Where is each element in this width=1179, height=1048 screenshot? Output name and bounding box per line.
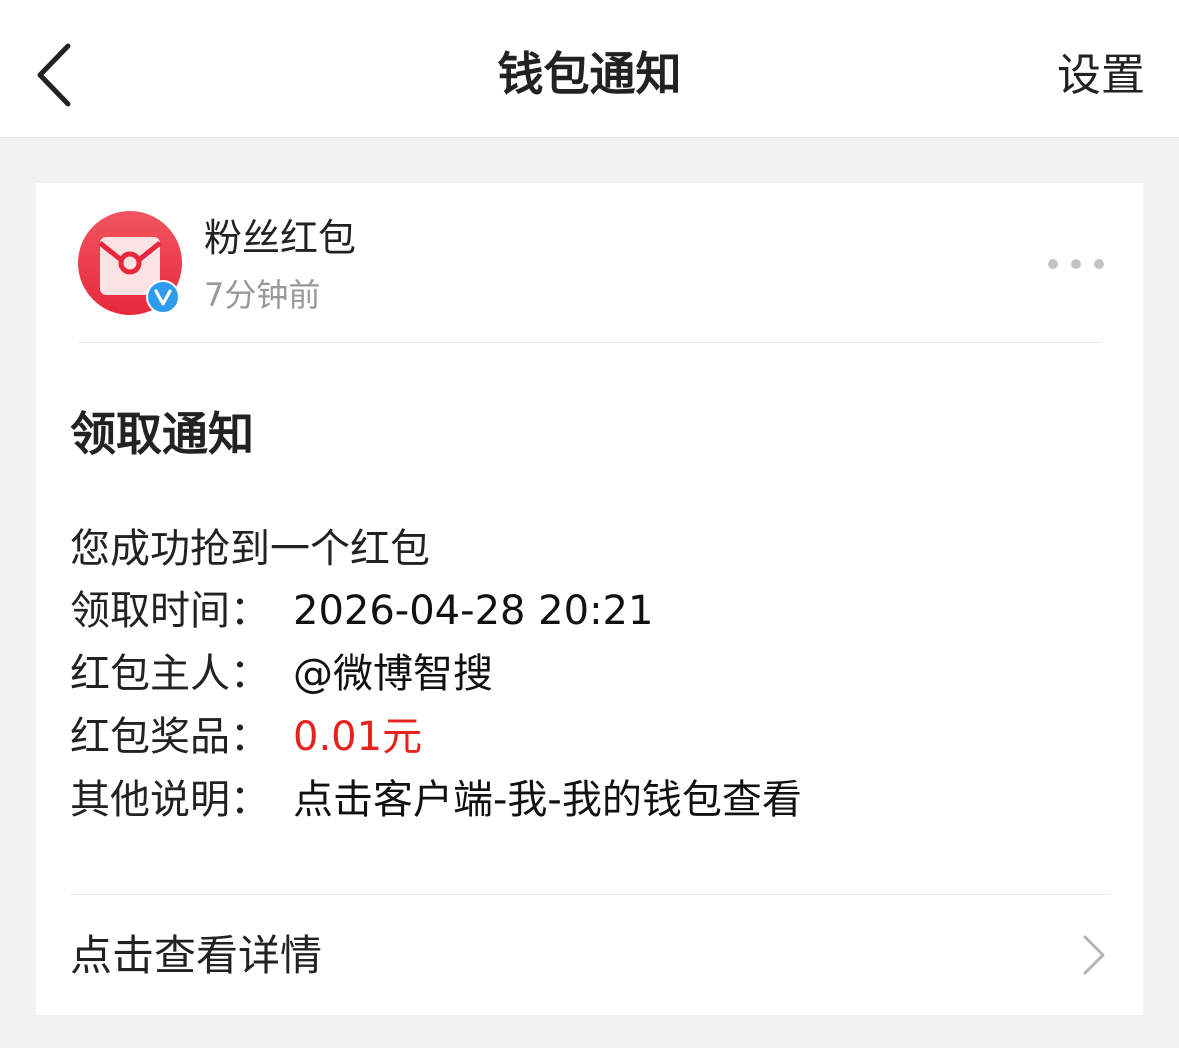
field-label: 红包奖品： [70,714,270,760]
field-label: 领取时间： [70,588,270,634]
settings-button[interactable]: 设置 [1057,48,1145,104]
field-value: 2026-04-28 20:21 [293,588,654,634]
divider [78,342,1101,343]
view-details-row[interactable]: 点击查看详情 [36,895,1143,1015]
prize-amount: 0.01元 [293,714,423,760]
notification-card: 粉丝红包 7分钟前 领取通知 您成功抢到一个红包 领取时间： 2026-04-28… [36,183,1143,1015]
sender-name[interactable]: 粉丝红包 [204,213,356,263]
notice-summary: 您成功抢到一个红包 [70,526,430,572]
field-label: 其他说明： [70,777,270,823]
verified-v-icon [146,280,180,314]
field-value: 点击客户端-我-我的钱包查看 [293,777,802,823]
field-label: 红包主人： [70,651,270,697]
field-other-notes: 其他说明： 点击客户端-我-我的钱包查看 [70,774,802,826]
view-details-link[interactable]: 点击查看详情 [70,929,322,983]
notice-title: 领取通知 [70,407,254,461]
owner-link[interactable]: @微博智搜 [293,651,493,697]
page-title: 钱包通知 [497,47,682,101]
message-time: 7分钟前 [204,276,321,314]
more-dots-icon[interactable] [1046,257,1106,271]
chevron-right-icon [1083,935,1105,975]
field-owner: 红包主人： @微博智搜 [70,648,493,700]
field-claim-time: 领取时间： 2026-04-28 20:21 [70,585,653,637]
nav-bar: 钱包通知 设置 [0,0,1179,138]
field-prize: 红包奖品： 0.01元 [70,711,422,763]
